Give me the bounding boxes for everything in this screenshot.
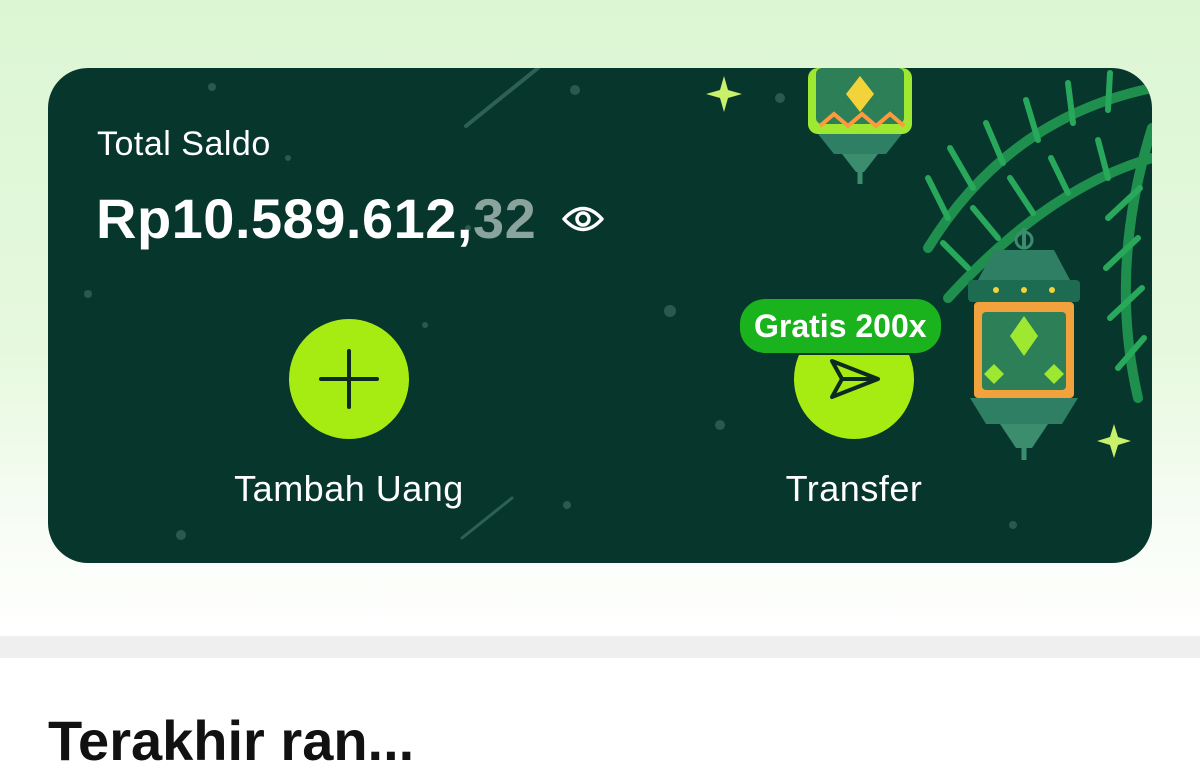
transfer-label[interactable]: Transfer bbox=[704, 468, 1004, 510]
recent-transactions-title: Terakhir ran... bbox=[48, 709, 415, 772]
balance-amount: Rp10.589.612, 32 bbox=[96, 186, 605, 251]
balance-amount-main: Rp10.589.612, bbox=[96, 187, 473, 250]
add-money-label[interactable]: Tambah Uang bbox=[199, 468, 499, 510]
send-icon bbox=[830, 359, 880, 399]
eye-icon[interactable] bbox=[562, 204, 605, 234]
section-divider bbox=[0, 636, 1200, 658]
add-money-button[interactable] bbox=[289, 319, 409, 439]
plus-icon bbox=[319, 349, 379, 409]
total-balance-label: Total Saldo bbox=[97, 125, 271, 163]
free-transfer-badge: Gratis 200x bbox=[738, 297, 943, 355]
balance-card: Total Saldo Rp10.589.612, 32 Tambah Uang… bbox=[48, 68, 1152, 563]
balance-amount-cents: 32 bbox=[472, 187, 537, 250]
